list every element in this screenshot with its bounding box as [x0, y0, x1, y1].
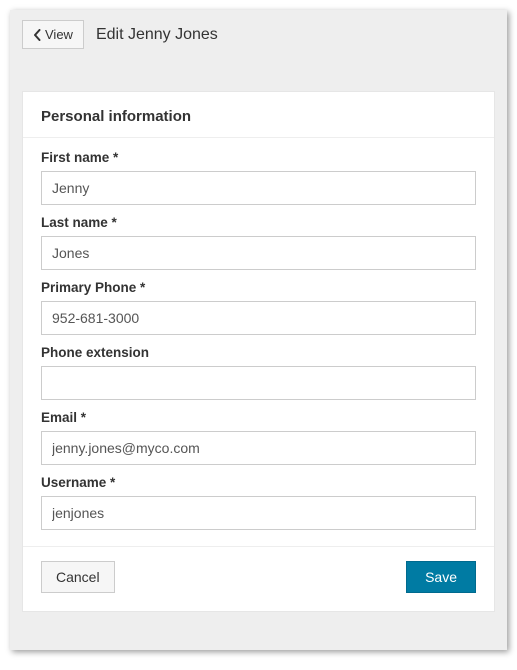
email-label: Email *: [41, 410, 476, 425]
primary-phone-label: Primary Phone *: [41, 280, 476, 295]
field-primary-phone: Primary Phone *: [41, 280, 476, 335]
card-section-title: Personal information: [23, 92, 494, 138]
view-button-label: View: [45, 27, 73, 42]
personal-info-card: Personal information First name * Last n…: [22, 91, 495, 612]
last-name-label: Last name *: [41, 215, 476, 230]
field-first-name: First name *: [41, 150, 476, 205]
phone-extension-label: Phone extension: [41, 345, 476, 360]
field-email: Email *: [41, 410, 476, 465]
chevron-left-icon: [33, 29, 41, 41]
username-input[interactable]: [41, 496, 476, 530]
phone-extension-input[interactable]: [41, 366, 476, 400]
email-input[interactable]: [41, 431, 476, 465]
page-header: View Edit Jenny Jones: [10, 10, 507, 63]
primary-phone-input[interactable]: [41, 301, 476, 335]
save-button[interactable]: Save: [406, 561, 476, 593]
card-body: First name * Last name * Primary Phone *…: [23, 138, 494, 546]
last-name-input[interactable]: [41, 236, 476, 270]
first-name-label: First name *: [41, 150, 476, 165]
field-username: Username *: [41, 475, 476, 530]
username-label: Username *: [41, 475, 476, 490]
page-frame: View Edit Jenny Jones Personal informati…: [10, 10, 507, 650]
view-button[interactable]: View: [22, 20, 84, 49]
page-title: Edit Jenny Jones: [96, 26, 218, 44]
field-phone-extension: Phone extension: [41, 345, 476, 400]
cancel-button[interactable]: Cancel: [41, 561, 115, 593]
field-last-name: Last name *: [41, 215, 476, 270]
first-name-input[interactable]: [41, 171, 476, 205]
card-footer: Cancel Save: [23, 546, 494, 611]
